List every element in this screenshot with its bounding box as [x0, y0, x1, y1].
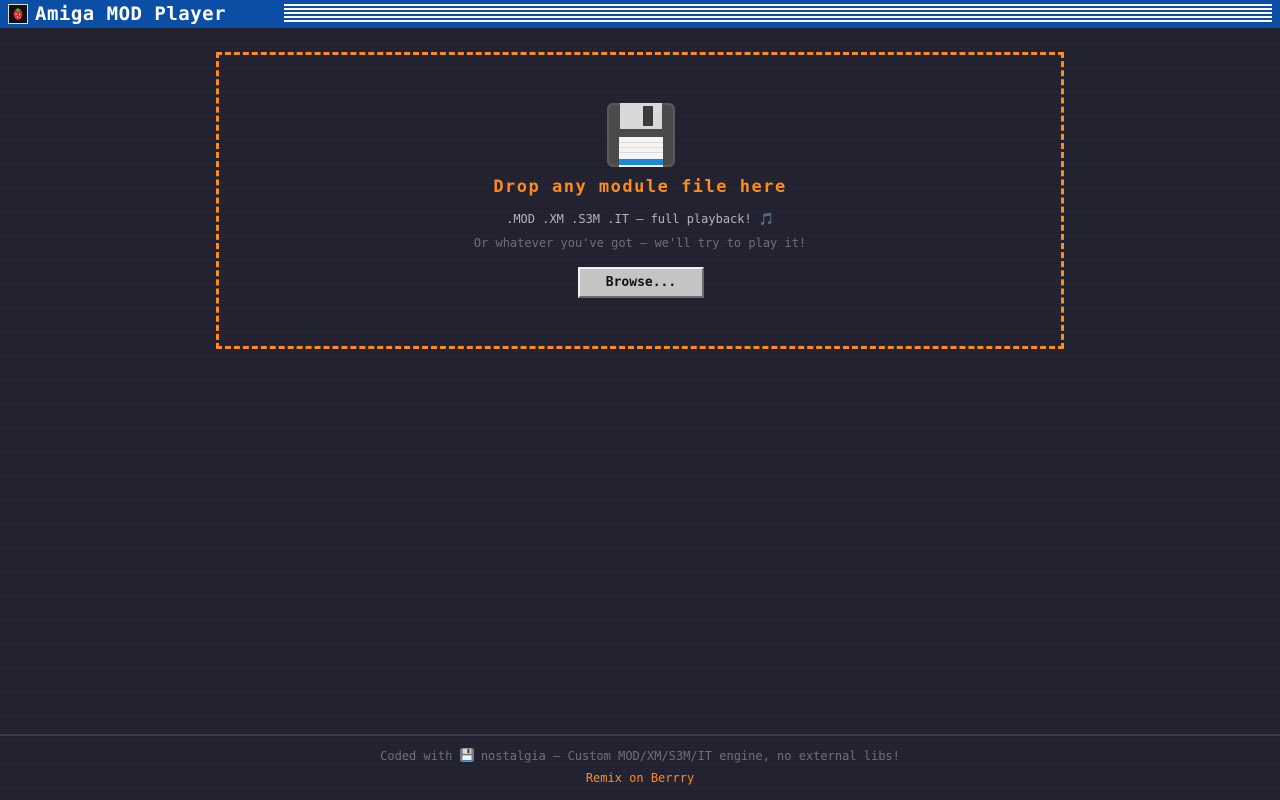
file-drop-zone[interactable]: Drop any module file here .MOD .XM .S3M … — [216, 52, 1064, 349]
footer-text-before: Coded with — [380, 749, 460, 763]
supported-formats-text: .MOD .XM .S3M .IT — full playback! 🎵 — [506, 212, 774, 226]
title-bar: Amiga MOD Player — [0, 0, 1280, 28]
title-bar-drag-stripes[interactable] — [284, 4, 1272, 23]
footer: Coded with nostalgia — Custom MOD/XM/S3M… — [0, 734, 1280, 800]
drop-zone-title: Drop any module file here — [493, 177, 787, 197]
window-title: Amiga MOD Player — [35, 3, 227, 25]
drop-zone-hint: Or whatever you've got — we'll try to pl… — [473, 236, 807, 250]
footer-credits: Coded with nostalgia — Custom MOD/XM/S3M… — [0, 748, 1280, 763]
floppy-disk-icon — [607, 103, 675, 167]
remix-link[interactable]: Remix on Berrry — [0, 771, 1280, 785]
browse-button[interactable]: Browse... — [578, 267, 704, 298]
floppy-disk-icon — [459, 748, 474, 762]
footer-text-after: nostalgia — Custom MOD/XM/S3M/IT engine,… — [473, 749, 900, 763]
strawberry-icon — [8, 4, 28, 24]
